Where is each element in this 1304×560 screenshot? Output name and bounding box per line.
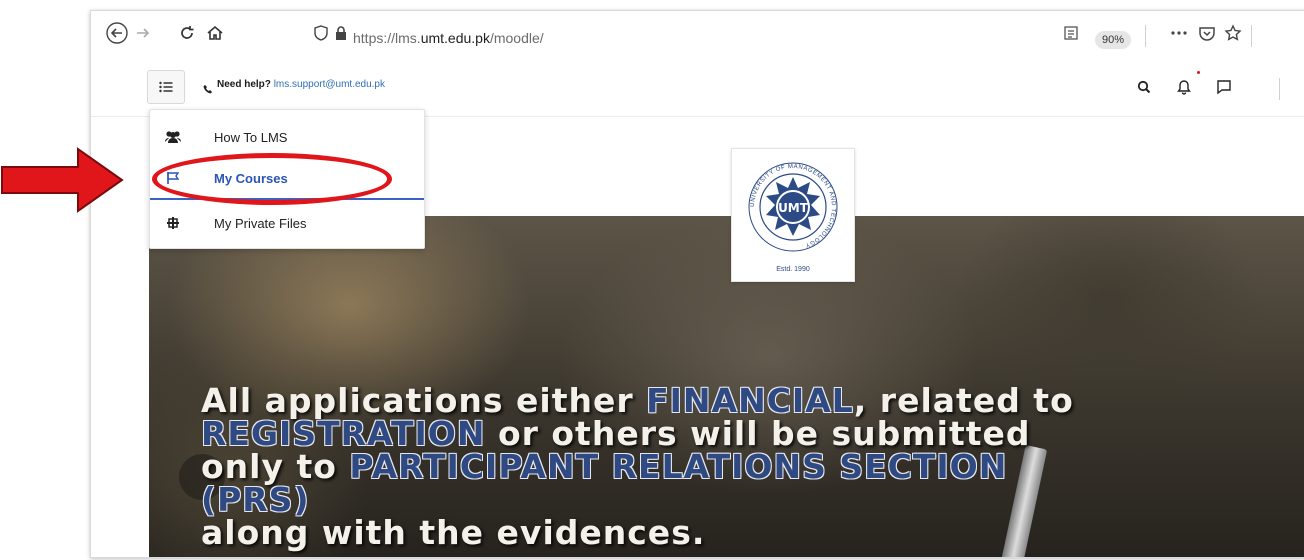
reload-icon[interactable]	[175, 21, 199, 45]
more-icon[interactable]	[1167, 21, 1191, 45]
home-icon[interactable]	[203, 21, 227, 45]
forward-icon[interactable]	[131, 21, 155, 45]
browser-window: https://lms.umt.edu.pk/moodle/ 90% Need …	[90, 10, 1304, 558]
banner-announcement: All applications either FINANCIAL, relat…	[201, 381, 1074, 552]
bookmark-star-icon[interactable]	[1221, 21, 1245, 45]
phone-icon	[203, 79, 213, 98]
toolbar-divider	[1145, 25, 1146, 47]
menu-item-my-private-files[interactable]: My Private Files	[150, 202, 424, 244]
help-label: Need help?	[217, 79, 271, 90]
users-icon	[164, 128, 182, 146]
notification-dot	[1197, 71, 1200, 74]
menu-icon	[159, 78, 173, 97]
university-logo: UMT UNIVERSITY OF MANAGEMENT AND TECHNOL…	[731, 148, 855, 282]
help-email-link[interactable]: lms.support@umt.edu.pk	[274, 79, 385, 90]
annotation-highlight-oval	[152, 153, 392, 205]
annotation-arrow-icon	[1, 147, 124, 213]
bell-icon[interactable]	[1173, 76, 1195, 98]
logo-text: UMT	[778, 201, 809, 215]
logo-estd: Estd. 1990	[776, 266, 810, 273]
menu-item-label: How To LMS	[214, 129, 288, 145]
browser-toolbar: https://lms.umt.edu.pk/moodle/ 90%	[91, 11, 1304, 57]
umt-seal-icon: UMT UNIVERSITY OF MANAGEMENT AND TECHNOL…	[748, 162, 838, 252]
url-bar[interactable]: https://lms.umt.edu.pk/moodle/	[353, 30, 544, 46]
hero-banner: All applications either FINANCIAL, relat…	[149, 216, 1304, 557]
search-icon[interactable]	[1133, 76, 1155, 98]
reader-view-icon[interactable]	[1059, 21, 1083, 45]
menu-toggle-button[interactable]	[147, 70, 185, 104]
pocket-icon[interactable]	[1195, 21, 1219, 45]
back-icon[interactable]	[105, 21, 129, 45]
zoom-level[interactable]: 90%	[1095, 31, 1131, 49]
toolbar-divider	[1251, 25, 1252, 47]
help-text: Need help? lms.support@umt.edu.pk	[217, 79, 385, 90]
header-divider	[1279, 78, 1280, 100]
lock-icon	[329, 21, 353, 45]
menu-item-label: My Private Files	[214, 215, 307, 231]
menu-item-how-to-lms[interactable]: How To LMS	[150, 116, 424, 158]
chat-icon[interactable]	[1213, 76, 1235, 98]
files-icon	[164, 214, 182, 232]
